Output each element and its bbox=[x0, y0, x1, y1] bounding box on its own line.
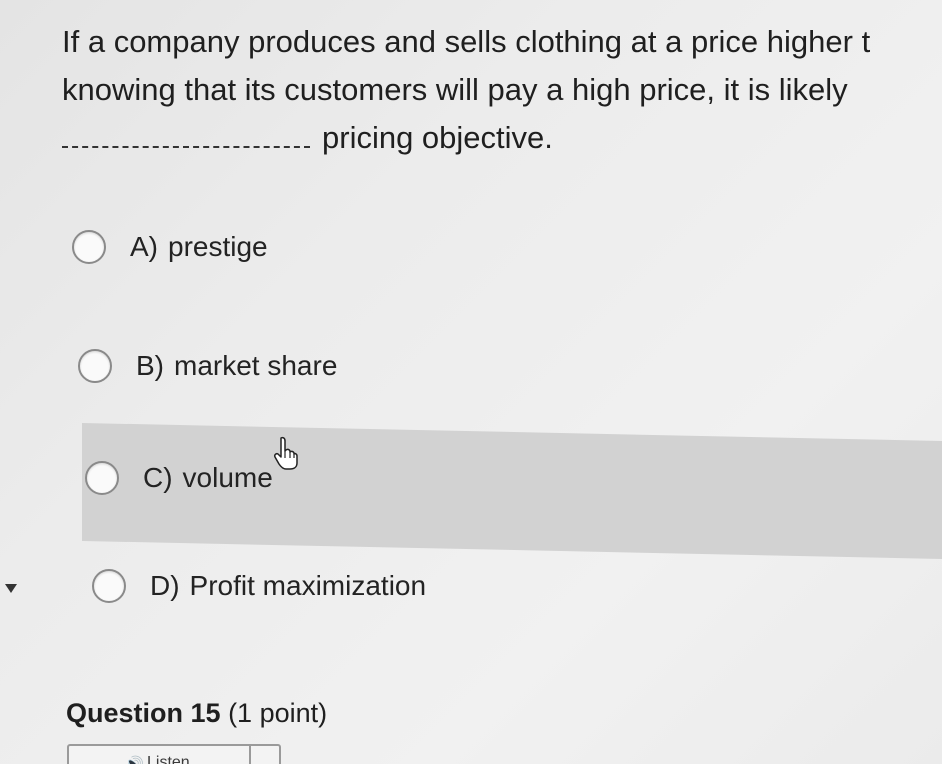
question-prompt: If a company produces and sells clothing… bbox=[62, 18, 942, 162]
option-c-label: volume bbox=[182, 462, 273, 493]
option-a-radio[interactable] bbox=[72, 230, 106, 264]
question-line-3-text: pricing objective. bbox=[322, 120, 553, 155]
listen-button[interactable]: 🔊 Listen bbox=[67, 744, 281, 764]
question-number: Question 15 bbox=[66, 698, 221, 728]
option-b-letter: B) bbox=[136, 350, 164, 381]
option-d-radio[interactable] bbox=[92, 569, 126, 603]
option-d[interactable]: D) Profit maximization bbox=[92, 564, 426, 608]
listen-divider bbox=[249, 746, 251, 764]
option-a[interactable]: A) prestige bbox=[72, 225, 268, 269]
option-b[interactable]: B) market share bbox=[78, 344, 337, 388]
option-a-text: A) prestige bbox=[130, 231, 268, 263]
question-line-1: If a company produces and sells clothing… bbox=[62, 24, 871, 59]
question-15-header: Question 15 (1 point) bbox=[66, 698, 327, 729]
option-b-label: market share bbox=[174, 350, 338, 381]
option-d-letter: D) bbox=[150, 570, 180, 601]
option-b-radio[interactable] bbox=[78, 349, 112, 383]
question-line-2: knowing that its customers will pay a hi… bbox=[62, 72, 848, 107]
option-b-text: B) market share bbox=[136, 350, 337, 382]
question-line-3: pricing objective. bbox=[62, 114, 942, 162]
option-c-text: C) volume bbox=[143, 462, 273, 494]
option-a-letter: A) bbox=[130, 231, 158, 262]
question-points: (1 point) bbox=[228, 698, 328, 728]
speaker-icon: 🔊 bbox=[124, 755, 144, 764]
option-c-letter: C) bbox=[143, 462, 173, 493]
option-a-label: prestige bbox=[168, 231, 268, 262]
listen-label: Listen bbox=[147, 754, 190, 764]
option-d-label: Profit maximization bbox=[189, 570, 427, 601]
option-c[interactable]: C) volume bbox=[85, 456, 273, 500]
collapse-arrow-icon[interactable] bbox=[5, 584, 17, 593]
option-d-text: D) Profit maximization bbox=[150, 570, 426, 602]
option-c-radio[interactable] bbox=[85, 461, 119, 495]
answer-blank bbox=[62, 124, 310, 148]
pointer-hand-icon bbox=[274, 436, 298, 470]
